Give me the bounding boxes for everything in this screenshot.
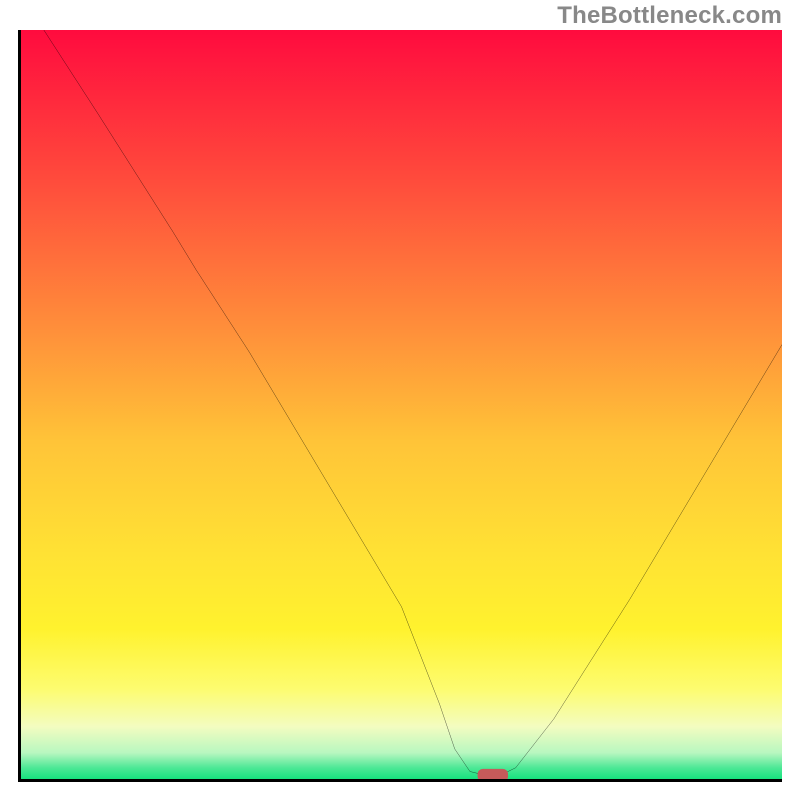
watermark-text: TheBottleneck.com	[557, 2, 782, 30]
sweet-spot-marker	[21, 30, 782, 779]
chart-stage: TheBottleneck.com	[0, 0, 800, 800]
plot-area	[18, 30, 782, 782]
